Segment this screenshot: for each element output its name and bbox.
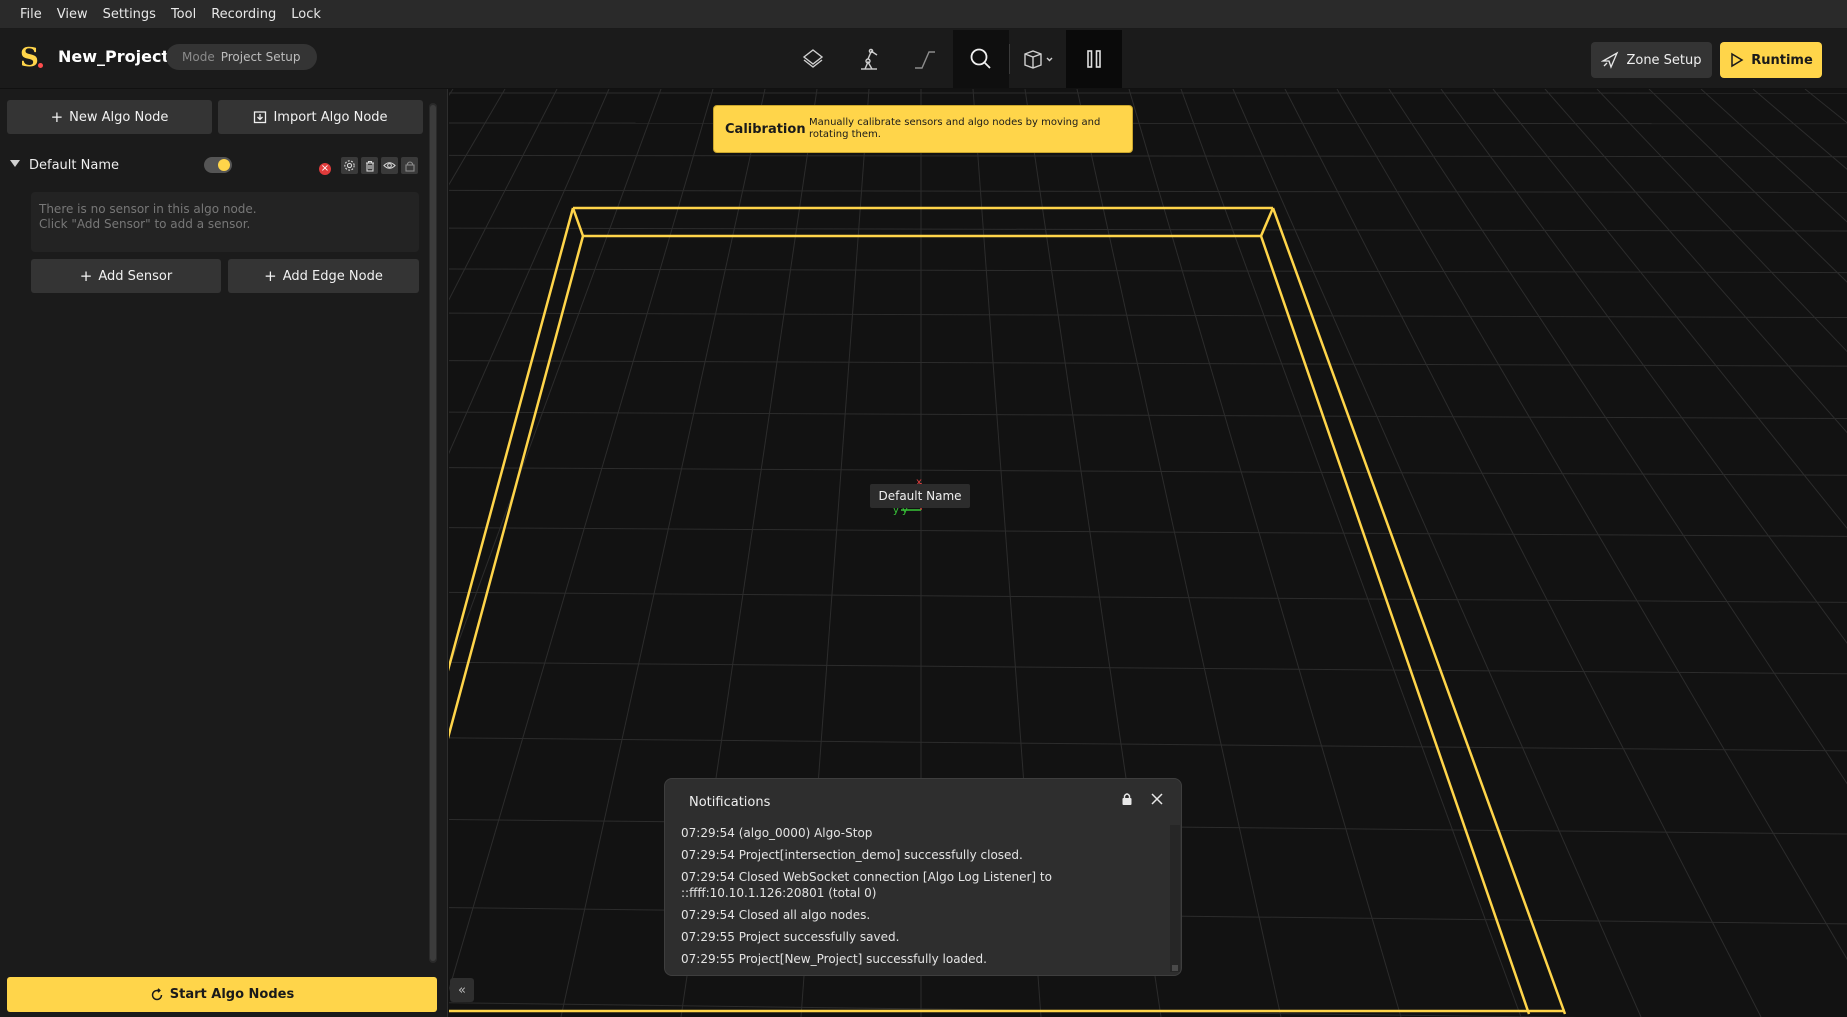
- menu-view[interactable]: View: [57, 7, 88, 22]
- runtime-button[interactable]: Runtime: [1720, 42, 1822, 78]
- notifications-panel: Notifications 07:29:54 (algo_0000) Algo-…: [664, 778, 1182, 976]
- pause-button[interactable]: [1066, 30, 1122, 88]
- lock-icon: [404, 160, 415, 172]
- notifications-list[interactable]: 07:29:54 (algo_0000) Algo-Stop 07:29:54 …: [665, 825, 1171, 972]
- layers-tool-button[interactable]: [785, 30, 841, 88]
- algo-lock-button[interactable]: [401, 157, 418, 174]
- slope-icon: [915, 51, 935, 69]
- algo-node-viewport-label[interactable]: Default Name: [870, 484, 970, 508]
- gear-icon: [344, 160, 355, 171]
- layers-icon: [802, 49, 824, 68]
- collapse-caret-icon[interactable]: [10, 160, 20, 167]
- refresh-icon: [151, 987, 163, 1000]
- algo-node-name[interactable]: Default Name: [29, 158, 119, 173]
- notification-item: 07:29:55 Project successfully saved.: [681, 930, 900, 944]
- collapse-panel-button[interactable]: «: [450, 978, 474, 1002]
- left-panel: + New Algo Node Import Algo Node Default…: [0, 89, 448, 1017]
- add-edge-node-label: Add Edge Node: [282, 268, 383, 284]
- plus-icon: +: [79, 267, 93, 285]
- menu-lock[interactable]: Lock: [291, 7, 321, 22]
- trash-icon: [365, 160, 374, 172]
- empty-message-line-1: There is no sensor in this algo node.: [39, 202, 257, 216]
- zone-setup-label: Zone Setup: [1626, 52, 1702, 68]
- plus-icon: +: [264, 267, 277, 285]
- menu-bar: File View Settings Tool Recording Lock: [0, 0, 1847, 29]
- cube-view-icon: [1024, 50, 1053, 69]
- algo-settings-button[interactable]: [341, 157, 358, 174]
- notification-item: 07:29:54 Closed WebSocket connection [Al…: [681, 870, 1052, 900]
- notification-item: 07:29:54 Closed all algo nodes.: [681, 908, 871, 922]
- plus-icon: +: [50, 108, 64, 126]
- search-icon: [970, 48, 991, 69]
- mode-label: Mode: [182, 50, 215, 64]
- double-chevron-left-icon: «: [458, 982, 466, 998]
- zone-setup-button[interactable]: Zone Setup: [1591, 42, 1712, 78]
- menu-settings[interactable]: Settings: [103, 7, 156, 22]
- project-name: New_Project: [58, 47, 170, 66]
- pause-icon: [1087, 50, 1101, 68]
- zone-setup-icon: [1601, 51, 1619, 69]
- algo-visibility-button[interactable]: [381, 157, 398, 174]
- notifications-header: Notifications: [665, 779, 1181, 825]
- mode-value: Project Setup: [220, 50, 301, 64]
- empty-sensor-message: There is no sensor in this algo node. Cl…: [31, 192, 419, 252]
- close-icon[interactable]: [1149, 791, 1165, 807]
- runtime-label: Runtime: [1751, 52, 1813, 68]
- start-algo-nodes-label: Start Algo Nodes: [169, 987, 295, 1002]
- notifications-title: Notifications: [689, 795, 771, 810]
- add-sensor-label: Add Sensor: [98, 268, 173, 284]
- new-algo-node-label: New Algo Node: [69, 109, 169, 125]
- menu-tool[interactable]: Tool: [171, 7, 196, 22]
- notification-item: 07:29:55 Project[New_Project] successful…: [681, 952, 987, 966]
- notification-item: 07:29:54 (algo_0000) Algo-Stop: [681, 826, 873, 840]
- menu-file[interactable]: File: [20, 7, 42, 22]
- view-mode-dropdown[interactable]: [1010, 30, 1066, 88]
- lock-icon[interactable]: [1121, 792, 1133, 806]
- empty-message-line-2: Click "Add Sensor" to add a sensor.: [39, 217, 251, 231]
- algo-node-toggle[interactable]: [204, 157, 232, 173]
- calibration-title: Calibration: [725, 121, 806, 137]
- left-panel-scrollbar-thumb[interactable]: [430, 105, 436, 961]
- new-algo-node-button[interactable]: + New Algo Node: [7, 100, 212, 134]
- play-icon: [1731, 52, 1744, 68]
- center-toolbar: [785, 29, 1122, 89]
- 3d-viewport[interactable]: x y y Calibration Manually calibrate sen…: [449, 89, 1847, 1017]
- import-algo-node-label: Import Algo Node: [273, 109, 388, 125]
- import-icon: [254, 111, 267, 124]
- menu-recording[interactable]: Recording: [211, 7, 276, 22]
- error-status-icon: ×: [319, 163, 331, 175]
- logo-dot: [38, 63, 43, 68]
- add-sensor-button[interactable]: + Add Sensor: [31, 259, 221, 293]
- notifications-scrollbar[interactable]: [1170, 825, 1180, 972]
- add-edge-node-button[interactable]: + Add Edge Node: [228, 259, 419, 293]
- mode-indicator: Mode Project Setup: [166, 44, 317, 70]
- calibration-tool-button[interactable]: [953, 30, 1009, 88]
- algo-node-row: Default Name ×: [10, 155, 420, 179]
- calibration-banner: Calibration Manually calibrate sensors a…: [713, 105, 1133, 153]
- calibration-description: Manually calibrate sensors and algo node…: [809, 117, 1101, 140]
- app-header: S New_Project Mode Project Setup Zone Se…: [0, 29, 1847, 89]
- start-algo-nodes-button[interactable]: Start Algo Nodes: [7, 977, 437, 1012]
- notifications-scrollbar-thumb[interactable]: [1172, 965, 1178, 971]
- algo-delete-button[interactable]: [361, 157, 378, 174]
- notification-item: 07:29:54 Project[intersection_demo] succ…: [681, 848, 1023, 862]
- import-algo-node-button[interactable]: Import Algo Node: [218, 100, 423, 134]
- robot-arm-icon: [861, 48, 878, 70]
- robot-arm-tool-button[interactable]: [841, 30, 897, 88]
- app-logo: S: [20, 43, 39, 73]
- slope-tool-button[interactable]: [897, 30, 953, 88]
- eye-icon: [383, 162, 396, 169]
